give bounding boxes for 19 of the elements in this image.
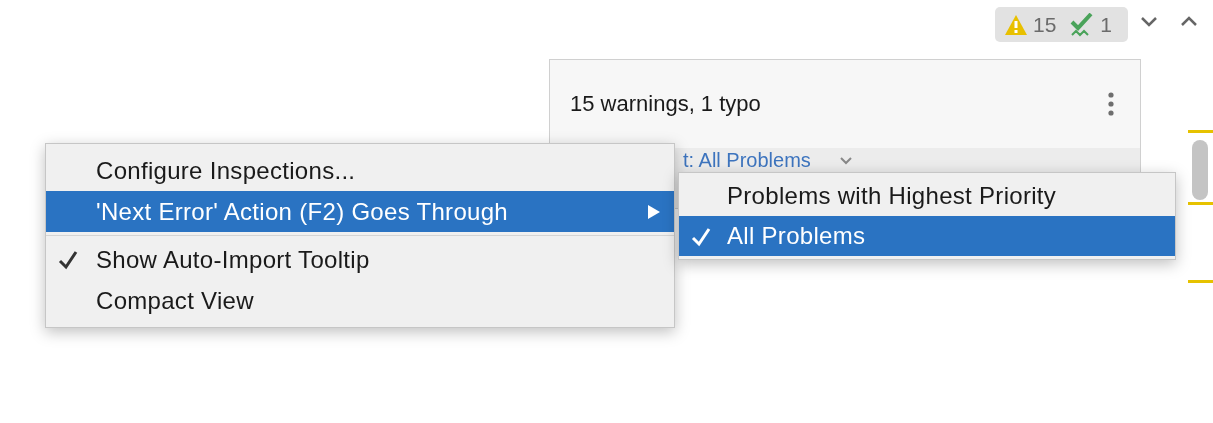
typo-check-icon bbox=[1070, 12, 1095, 37]
menu-item[interactable]: Show Auto-Import Tooltip bbox=[46, 239, 674, 280]
problems-badge[interactable]: 15 1 bbox=[995, 7, 1128, 42]
submenu-arrow-icon bbox=[648, 205, 660, 219]
typo-count: 1 bbox=[1100, 12, 1113, 37]
menu-item[interactable]: 'Next Error' Action (F2) Goes Through bbox=[46, 191, 674, 232]
warning-icon bbox=[1005, 14, 1027, 35]
scrollbar-thumb[interactable] bbox=[1192, 140, 1208, 200]
menu-item[interactable]: Problems with Highest Priority bbox=[679, 176, 1175, 216]
more-icon[interactable] bbox=[1108, 92, 1114, 116]
warning-count: 15 bbox=[1033, 12, 1057, 37]
menu-item[interactable]: All Problems bbox=[679, 216, 1175, 256]
chevron-up-icon[interactable] bbox=[1180, 14, 1198, 28]
chevron-down-icon[interactable] bbox=[1140, 14, 1158, 28]
problems-summary: 15 warnings, 1 typo bbox=[570, 91, 761, 117]
menu-item[interactable]: Configure Inspections... bbox=[46, 150, 674, 191]
filter-link[interactable]: t: All Problems bbox=[683, 149, 811, 171]
menu-item[interactable]: Compact View bbox=[46, 280, 674, 321]
chevron-down-icon bbox=[840, 157, 852, 165]
